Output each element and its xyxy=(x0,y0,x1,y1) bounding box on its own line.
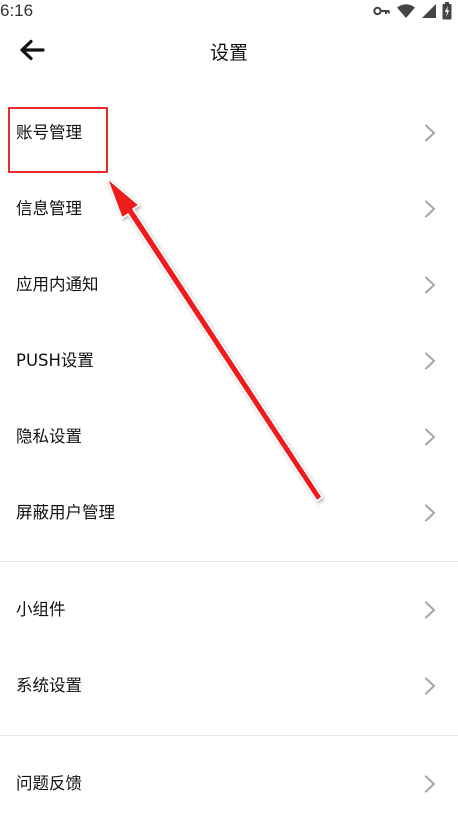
signal-icon xyxy=(421,3,437,19)
chevron-right-icon xyxy=(424,276,436,294)
settings-item-label: 隐私设置 xyxy=(16,427,82,446)
settings-item-label: 应用内通知 xyxy=(16,275,99,294)
chevron-right-icon xyxy=(424,677,436,695)
key-icon xyxy=(373,5,391,17)
settings-item-label: 账号管理 xyxy=(16,123,82,142)
page-title: 设置 xyxy=(209,42,248,64)
section-divider xyxy=(0,561,458,562)
section-divider xyxy=(0,735,458,736)
settings-item-in-app-notifications[interactable]: 应用内通知 xyxy=(0,253,458,317)
settings-item-feedback[interactable]: 问题反馈 xyxy=(0,752,458,816)
settings-item-label: 信息管理 xyxy=(16,199,82,218)
chevron-right-icon xyxy=(424,124,436,142)
chevron-right-icon xyxy=(424,504,436,522)
battery-charging-icon xyxy=(442,2,452,20)
settings-item-account-management[interactable]: 账号管理 xyxy=(0,101,458,165)
settings-item-privacy-settings[interactable]: 隐私设置 xyxy=(0,405,458,469)
settings-item-label: 小组件 xyxy=(16,600,66,619)
status-time: 6:16 xyxy=(0,1,34,20)
chevron-right-icon xyxy=(424,352,436,370)
status-bar: 6:16 xyxy=(0,0,458,24)
settings-item-push-settings[interactable]: PUSH设置 xyxy=(0,329,458,393)
settings-item-message-management[interactable]: 信息管理 xyxy=(0,177,458,241)
chevron-right-icon xyxy=(424,428,436,446)
header: 设置 xyxy=(0,24,458,82)
chevron-right-icon xyxy=(424,200,436,218)
wifi-icon xyxy=(396,3,416,19)
settings-item-label: 问题反馈 xyxy=(16,774,82,793)
chevron-right-icon xyxy=(424,601,436,619)
settings-item-blocked-users[interactable]: 屏蔽用户管理 xyxy=(0,481,458,545)
settings-item-label: 系统设置 xyxy=(16,676,82,695)
settings-item-label: PUSH设置 xyxy=(16,351,94,370)
status-icons xyxy=(373,2,452,20)
settings-item-label: 屏蔽用户管理 xyxy=(16,503,115,522)
settings-item-widgets[interactable]: 小组件 xyxy=(0,578,458,642)
settings-screen: 6:16 设置 账号管理 信息管理 应用内通知 PUSH设置 隐私设置 屏蔽用户… xyxy=(0,0,458,820)
chevron-right-icon xyxy=(424,775,436,793)
settings-item-system-settings[interactable]: 系统设置 xyxy=(0,654,458,718)
